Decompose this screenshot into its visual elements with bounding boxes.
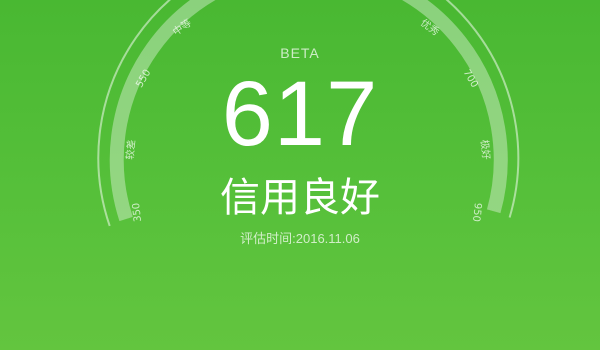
beta-badge: BETA (280, 45, 320, 61)
credit-status-label: 信用良好 (220, 175, 380, 221)
credit-score-value: 617 (221, 63, 379, 165)
evaluation-date: 评估时间:2016.11.06 (240, 231, 360, 246)
